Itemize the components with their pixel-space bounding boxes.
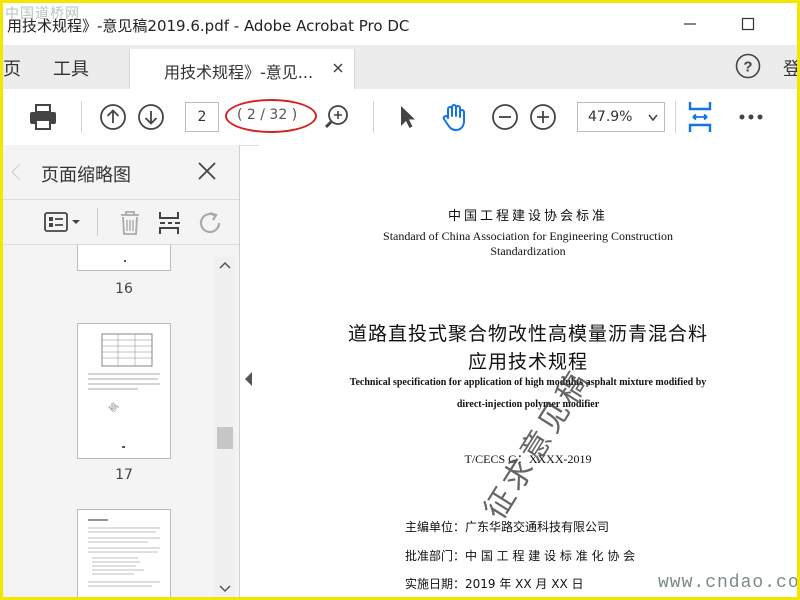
close-icon <box>198 162 216 180</box>
page-number-input[interactable]: 2 <box>185 102 219 132</box>
zoom-search-icon <box>324 105 348 129</box>
arrow-up-circle-icon <box>100 104 126 130</box>
page-dot <box>124 260 126 262</box>
page-preview: 稿 <box>88 333 160 448</box>
thumbnail-page[interactable]: 稿 <box>77 323 171 459</box>
chevron-up-icon <box>219 261 231 269</box>
print-button[interactable] <box>25 101 61 133</box>
minimize-button[interactable] <box>677 11 703 37</box>
tab-document[interactable]: 用技术规程》-意见... <box>129 49 355 89</box>
fit-page-icon <box>688 102 712 132</box>
help-button[interactable]: ? <box>735 53 761 79</box>
thumbnail-options-button[interactable] <box>43 210 83 238</box>
standard-en-line1: Standard of China Association for Engine… <box>383 229 673 243</box>
zoom-level-value: 47.9% <box>588 109 633 125</box>
thumbnail-label: 17 <box>115 467 133 483</box>
panel-title: 页面缩略图 <box>41 165 131 186</box>
next-page-button[interactable] <box>137 103 165 131</box>
doc-title-en-line2: direct-injection polymer modifier <box>456 399 600 410</box>
doc-approver: 批准部门：中 国 工 程 建 设 标 准 化 协 会 <box>405 549 636 563</box>
rotate-page-button[interactable] <box>197 210 225 240</box>
scrollbar-thumb[interactable] <box>217 427 233 449</box>
doc-title-line1: 道路直投式聚合物改性高模量沥青混合料 <box>347 323 708 345</box>
toolbar: 2 ( 2 / 32 ) 47.9% <box>3 89 797 146</box>
panel-close-button[interactable] <box>195 159 219 183</box>
svg-text:?: ? <box>743 59 752 76</box>
chevron-down-icon <box>219 585 231 593</box>
site-watermark-bottom: www.cndao.com <box>658 573 800 593</box>
find-text-button[interactable] <box>323 103 351 131</box>
doc-title-en-line1: Technical specification for application … <box>349 377 707 388</box>
triangle-left-icon <box>245 372 252 386</box>
minimize-icon <box>684 23 696 25</box>
tab-home[interactable]: 页 <box>3 55 21 81</box>
tab-bar: 页 工具 用技术规程》-意见... ? 登 <box>3 45 797 90</box>
select-tool-button[interactable] <box>395 103 419 131</box>
thumbnail-page[interactable] <box>77 245 171 271</box>
document-page: 中国工程建设协会标准 Standard of China Association… <box>259 145 797 597</box>
hand-icon <box>442 104 465 131</box>
site-watermark-top: 中国道桥网 <box>5 6 80 22</box>
tab-document-label: 用技术规程》-意见... <box>164 63 314 82</box>
more-tools-button[interactable] <box>737 105 765 129</box>
panel-separator <box>97 208 98 236</box>
thumbnail-list: 16 稿 17 <box>3 245 213 597</box>
tab-tools[interactable]: 工具 <box>53 55 89 81</box>
plus-circle-icon <box>530 104 556 130</box>
toolbar-separator <box>675 101 676 133</box>
thumbnail-panel: 页面缩略图 16 稿 17 <box>3 145 240 597</box>
fit-page-button[interactable] <box>685 99 715 135</box>
standard-en-line2: Standardization <box>490 244 566 258</box>
title-bar: 用技术规程》-意见稿2019.6.pdf - Adobe Acrobat Pro… <box>3 3 797 45</box>
previous-page-button[interactable] <box>99 103 127 131</box>
doc-title-line2: 应用技术规程 <box>467 351 588 373</box>
options-menu-icon <box>44 212 80 232</box>
maximize-button[interactable] <box>735 11 761 37</box>
doc-date: 实施日期：2019 年 XX 月 XX 日 <box>405 577 584 591</box>
maximize-icon <box>741 17 755 31</box>
hand-tool-button[interactable] <box>439 101 471 133</box>
delete-page-button[interactable] <box>117 210 143 240</box>
standard-cn: 中国工程建设协会标准 <box>447 209 608 224</box>
thumbnail-label: 16 <box>115 281 133 297</box>
trash-icon <box>121 211 139 235</box>
thumbnail-page[interactable] <box>77 509 171 597</box>
chevron-down-icon <box>648 114 658 122</box>
annotation-oval <box>225 99 317 133</box>
close-icon <box>333 63 343 73</box>
collapse-panel-button[interactable] <box>241 359 255 399</box>
page-preview <box>88 519 160 587</box>
insert-page-icon <box>159 212 180 234</box>
rotate-icon <box>199 211 221 234</box>
minus-circle-icon <box>492 104 518 130</box>
insert-page-button[interactable] <box>157 210 183 240</box>
panel-pointer-icon <box>11 163 21 181</box>
help-icon: ? <box>735 53 761 79</box>
tab-close-button[interactable] <box>332 59 344 78</box>
zoom-out-button[interactable] <box>491 103 519 131</box>
zoom-in-button[interactable] <box>529 103 557 131</box>
cursor-arrow-icon <box>401 106 415 128</box>
toolbar-separator <box>373 101 374 133</box>
zoom-level-select[interactable]: 47.9% <box>577 102 665 132</box>
toolbar-separator <box>81 101 82 133</box>
printer-icon <box>30 104 56 130</box>
panel-toolbar <box>3 199 239 245</box>
sign-in-link[interactable]: 登 <box>783 55 797 81</box>
arrow-down-circle-icon <box>138 104 164 130</box>
more-icon <box>739 114 763 120</box>
svg-text:稿: 稿 <box>106 400 121 415</box>
thumbnail-scrollbar[interactable] <box>215 257 235 597</box>
screenshot-frame: 用技术规程》-意见稿2019.6.pdf - Adobe Acrobat Pro… <box>0 0 800 600</box>
